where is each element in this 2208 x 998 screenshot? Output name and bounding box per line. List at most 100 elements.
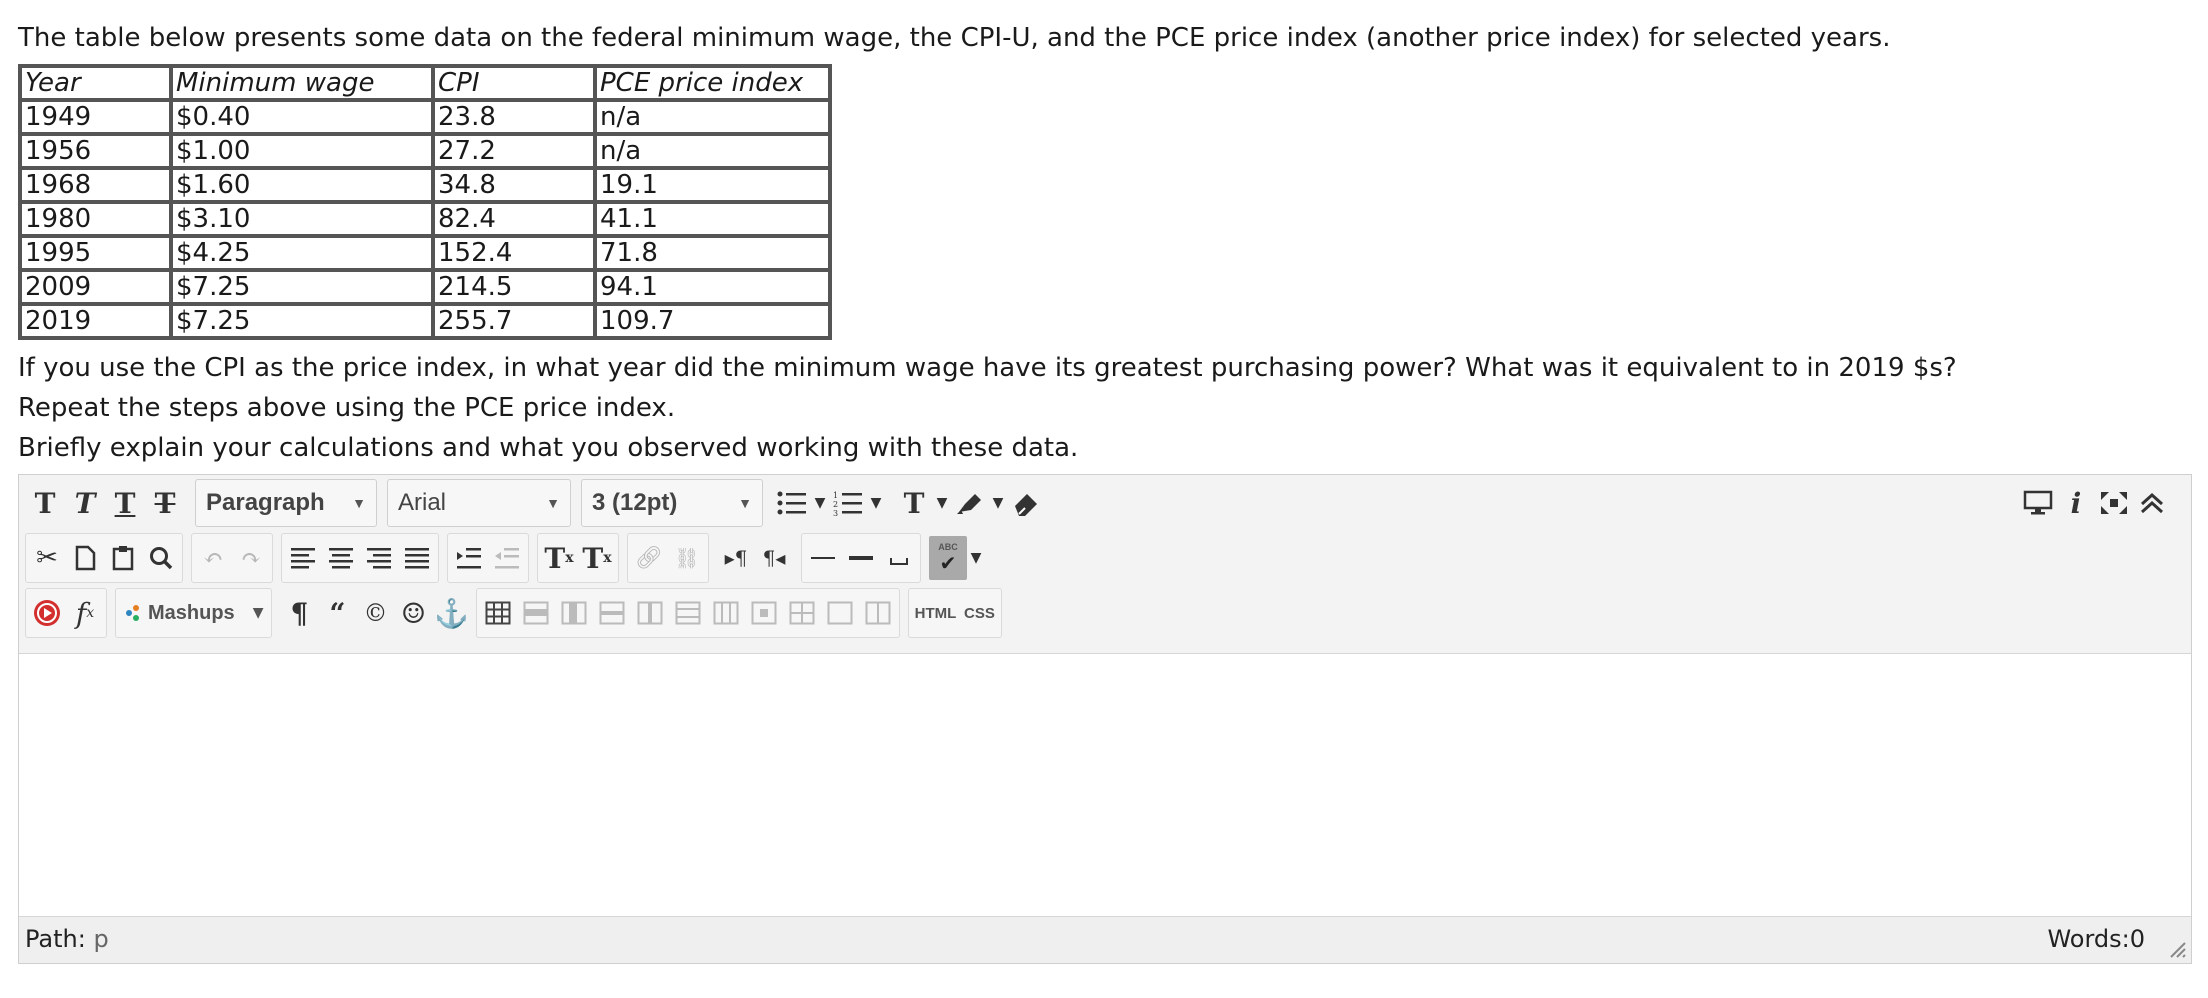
copyright-icon[interactable]: ©: [356, 591, 394, 635]
bold-icon[interactable]: T: [25, 481, 65, 525]
font-select-value: Arial: [398, 489, 447, 516]
emoji-icon[interactable]: ☺: [394, 591, 432, 635]
cut-icon[interactable]: ✂: [28, 536, 66, 580]
justify-icon[interactable]: [398, 536, 436, 580]
table-props-icon[interactable]: [859, 591, 897, 635]
align-right-icon[interactable]: [360, 536, 398, 580]
rtl-icon[interactable]: ¶◂: [755, 536, 793, 580]
quote-icon[interactable]: “: [318, 591, 356, 635]
css-icon[interactable]: CSS: [959, 591, 999, 635]
record-icon[interactable]: [28, 591, 66, 635]
paragraph-mark-icon[interactable]: ¶: [280, 591, 318, 635]
cell-year: 1980: [20, 202, 171, 236]
question-3: Briefly explain your calculations and wh…: [18, 433, 1079, 463]
subscript-icon[interactable]: Tx: [578, 536, 616, 580]
info-icon[interactable]: i: [2057, 481, 2095, 525]
indent-icon[interactable]: [450, 536, 488, 580]
indent-group: [447, 533, 529, 583]
nonbreaking-space-icon[interactable]: [880, 536, 918, 580]
table-split-cell-icon[interactable]: [745, 591, 783, 635]
italic-icon[interactable]: T: [65, 481, 105, 525]
unlink-icon[interactable]: ⛓︎: [668, 536, 706, 580]
cell-pce: 71.8: [595, 236, 830, 270]
undo-icon[interactable]: ↶: [194, 536, 232, 580]
highlight-icon[interactable]: [951, 481, 989, 525]
caret-down-icon[interactable]: ▼: [933, 481, 951, 525]
format-select-value: Paragraph: [206, 489, 325, 516]
clear-format-icon[interactable]: [1007, 481, 1045, 525]
copy-icon[interactable]: [66, 536, 104, 580]
path-label: Path:: [25, 925, 86, 953]
cell-minimum-wage: $7.25: [171, 304, 433, 338]
link-icon[interactable]: 🔗︎: [630, 536, 668, 580]
editor-content-area[interactable]: [19, 654, 2191, 916]
data-table: Year Minimum wage CPI PCE price index 19…: [18, 64, 832, 340]
superscript-icon[interactable]: Tx: [540, 536, 578, 580]
cell-year: 1995: [20, 236, 171, 270]
resize-handle-icon[interactable]: [2165, 937, 2187, 959]
script-group: Tx Tx: [537, 533, 619, 583]
font-select[interactable]: Arial ▼: [387, 479, 571, 527]
horizontal-rule-icon[interactable]: [804, 536, 842, 580]
table-row: 2009 $7.25 214.5 94.1: [20, 270, 830, 304]
text-color-icon[interactable]: T: [895, 481, 933, 525]
bullet-list-icon[interactable]: [773, 481, 811, 525]
toolbar-right-tools: i: [2019, 478, 2171, 528]
anchor-icon[interactable]: ⚓: [432, 591, 470, 635]
caret-down-icon[interactable]: ▼: [811, 481, 829, 525]
caret-down-icon[interactable]: ▼: [967, 536, 985, 580]
header-year: Year: [20, 66, 171, 100]
alignment-group: [281, 533, 439, 583]
formula-icon[interactable]: fx: [66, 591, 104, 635]
cell-year: 1949: [20, 100, 171, 134]
cell-cpi: 255.7: [433, 304, 595, 338]
preview-icon[interactable]: [2019, 481, 2057, 525]
spellcheck-icon[interactable]: ABC ✔: [929, 536, 967, 580]
paste-icon[interactable]: [104, 536, 142, 580]
table-col-before-icon[interactable]: [631, 591, 669, 635]
underline-icon[interactable]: T: [105, 481, 145, 525]
redo-icon[interactable]: ↷: [232, 536, 270, 580]
cell-minimum-wage: $4.25: [171, 236, 433, 270]
chevron-down-icon: ▼: [252, 605, 264, 621]
table-merge-cells-icon[interactable]: [783, 591, 821, 635]
numbered-list-icon[interactable]: 123: [829, 481, 867, 525]
caret-down-icon[interactable]: ▼: [989, 481, 1007, 525]
html-icon[interactable]: HTML: [911, 591, 959, 635]
outdent-icon[interactable]: [488, 536, 526, 580]
table-row-after-icon[interactable]: [555, 591, 593, 635]
path-value[interactable]: p: [93, 925, 108, 953]
question-2: Repeat the steps above using the PCE pri…: [18, 393, 676, 423]
table-icon[interactable]: [479, 591, 517, 635]
table-row: 1968 $1.60 34.8 19.1: [20, 168, 830, 202]
cell-cpi: 27.2: [433, 134, 595, 168]
format-select[interactable]: Paragraph ▼: [195, 479, 377, 527]
editor-status-bar: Path: p Words:0: [19, 916, 2191, 963]
align-center-icon[interactable]: [322, 536, 360, 580]
thick-rule-icon[interactable]: [842, 536, 880, 580]
collapse-icon[interactable]: [2133, 481, 2171, 525]
cell-minimum-wage: $7.25: [171, 270, 433, 304]
table-delete-row-icon[interactable]: [593, 591, 631, 635]
table-cell-props-icon[interactable]: [821, 591, 859, 635]
cell-cpi: 152.4: [433, 236, 595, 270]
strikethrough-icon[interactable]: T: [145, 481, 185, 525]
fullscreen-icon[interactable]: [2095, 481, 2133, 525]
cell-year: 2009: [20, 270, 171, 304]
table-col-after-icon[interactable]: [669, 591, 707, 635]
caret-down-icon[interactable]: ▼: [867, 481, 885, 525]
header-cpi: CPI: [433, 66, 595, 100]
header-pce: PCE price index: [595, 66, 830, 100]
table-delete-col-icon[interactable]: [707, 591, 745, 635]
ltr-icon[interactable]: ▸¶: [717, 536, 755, 580]
mashups-dropdown[interactable]: Mashups ▼: [115, 588, 273, 638]
cell-pce: 19.1: [595, 168, 830, 202]
table-row-before-icon[interactable]: [517, 591, 555, 635]
rule-group: [801, 533, 921, 583]
size-select[interactable]: 3 (12pt) ▼: [581, 479, 763, 527]
svg-text:2: 2: [833, 500, 838, 509]
table-row: 1980 $3.10 82.4 41.1: [20, 202, 830, 236]
align-left-icon[interactable]: [284, 536, 322, 580]
toolbar-row-2: ✂ ↶ ↷ T x T x 🔗︎ ⛓︎ ▸¶ ¶◂ ABC ✔ ▼: [25, 533, 985, 583]
find-icon[interactable]: [142, 536, 180, 580]
